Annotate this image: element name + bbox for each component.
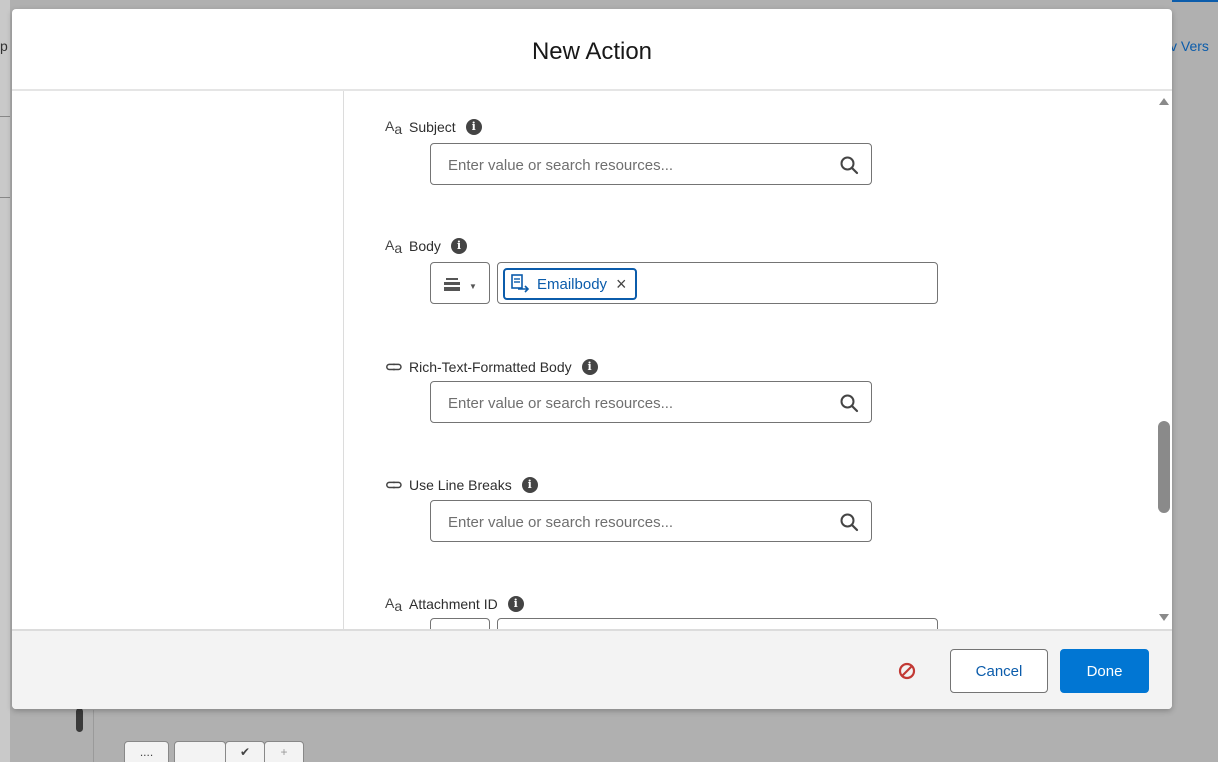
background-toolbar-button: .... [124,741,169,762]
search-icon[interactable] [839,155,859,175]
background-toolbar-button: + [264,741,304,762]
background-toolbar-button: ✔ [225,741,265,762]
field-label-row: ⊂⊃ Rich-Text-Formatted Body i [385,357,598,377]
info-icon[interactable]: i [507,596,524,612]
text-type-icon: Aa [385,117,403,137]
boolean-type-icon: ⊂⊃ [385,477,403,492]
info-icon[interactable]: i [450,238,467,254]
body-resource-type-picker[interactable]: ▼ [430,262,490,304]
background-connector-line [93,710,94,762]
cancel-button[interactable]: Cancel [950,649,1048,693]
scroll-down-arrow[interactable] [1159,614,1169,621]
action-list-pane [12,91,344,629]
field-use-line-breaks: ⊂⊃ Use Line Breaks i [385,475,538,495]
modal-body: Aa Subject i Aa Body i ▼ [12,91,1172,629]
attachment-id-label: Attachment ID [409,596,498,612]
close-icon[interactable]: × [616,275,627,293]
body-value-box[interactable]: Emailbody × [497,262,938,304]
background-divider [0,116,10,117]
field-attachment-id: Aa Attachment ID i [385,594,524,614]
pill-label: Emailbody [537,275,608,293]
background-fragment-right: v Vers [1170,38,1209,54]
attachment-id-resource-type-picker[interactable] [430,618,490,629]
field-editor-pane: Aa Subject i Aa Body i ▼ [345,91,1155,629]
info-icon[interactable]: i [465,119,482,135]
modal-header: New Action [12,9,1172,91]
background-top-bar [1172,0,1218,12]
rich-text-body-input-box[interactable] [430,381,872,423]
use-line-breaks-input[interactable] [448,511,828,533]
done-button[interactable]: Done [1060,649,1149,693]
search-icon[interactable] [839,512,859,532]
subject-input-box[interactable] [430,143,872,185]
scrollbar-thumb[interactable] [1158,421,1170,513]
field-rich-text-body: ⊂⊃ Rich-Text-Formatted Body i [385,357,598,377]
search-icon[interactable] [839,393,859,413]
use-line-breaks-label: Use Line Breaks [409,477,512,493]
use-line-breaks-input-box[interactable] [430,500,872,542]
background-page-edge [0,0,10,762]
error-icon[interactable] [898,662,916,680]
subject-input[interactable] [448,154,828,176]
variable-icon [511,274,530,293]
body-label: Body [409,238,441,254]
field-body: Aa Body i [385,236,467,256]
subject-label: Subject [409,119,456,135]
attachment-id-input-box[interactable] [497,618,938,629]
rich-text-body-label: Rich-Text-Formatted Body [409,359,572,375]
resource-picker-icon [444,278,460,291]
rich-text-body-input[interactable] [448,392,828,414]
modal-footer: Cancel Done [12,629,1172,709]
field-subject: Aa Subject i [385,117,482,137]
scrollbar[interactable] [1155,91,1172,629]
info-icon[interactable]: i [581,359,598,375]
field-label-row: Aa Attachment ID i [385,594,524,614]
field-label-row: ⊂⊃ Use Line Breaks i [385,475,538,495]
emailbody-pill[interactable]: Emailbody × [503,268,637,300]
background-drag-handle [76,708,83,732]
modal-title: New Action [531,38,653,65]
info-icon[interactable]: i [521,477,538,493]
background-divider [0,197,10,198]
background-toolbar-button [174,741,226,762]
field-label-row: Aa Body i [385,236,467,256]
boolean-type-icon: ⊂⊃ [385,359,403,374]
background-fragment-left: p [0,38,8,54]
text-type-icon: Aa [385,236,403,256]
chevron-down-icon: ▼ [469,282,477,291]
scroll-up-arrow[interactable] [1159,98,1169,105]
new-action-modal: New Action Aa Subject i Aa Body [12,9,1172,709]
text-type-icon: Aa [385,594,403,614]
field-label-row: Aa Subject i [385,117,482,137]
